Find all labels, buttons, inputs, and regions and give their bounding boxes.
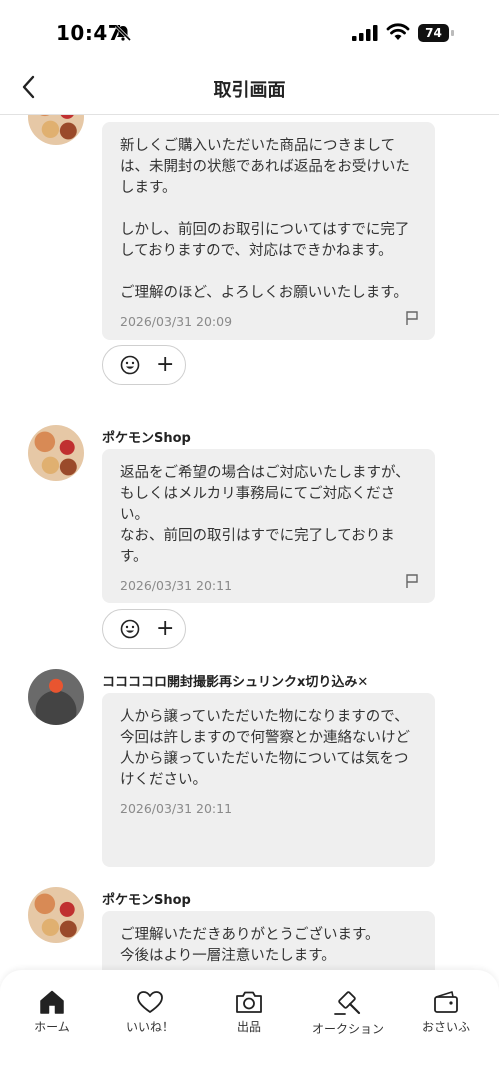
message-text: 新しくご購入いただいた商品につきましては、未開封の状態であれば返品をお受けいたし… — [120, 138, 410, 301]
avatar[interactable] — [28, 887, 84, 943]
bottom-tab-bar: ホーム いいね！ 出品 オークション おさいふ — [0, 970, 499, 1080]
sender-name: ポケモンShop — [102, 893, 191, 908]
bell-muted-icon — [114, 24, 132, 42]
sender-name: ポケモンShop — [102, 431, 191, 446]
status-time: 10:47 — [56, 21, 123, 45]
report-flag-icon[interactable] — [405, 310, 419, 326]
home-icon — [40, 990, 64, 1014]
add-reaction-icon: + — [156, 616, 175, 641]
message-text: 人から譲っていただいた物になりますので、 今回は許しますので何警察とか連絡ないけ… — [120, 709, 410, 788]
heart-icon — [137, 991, 163, 1013]
wallet-icon — [434, 991, 458, 1013]
report-flag-icon[interactable] — [405, 573, 419, 589]
tab-likes[interactable]: いいね！ — [102, 990, 198, 1035]
message-bubble: 新しくご購入いただいた商品につきましては、未開封の状態であれば返品をお受けいたし… — [102, 122, 435, 340]
wifi-icon — [386, 23, 410, 40]
tab-sell[interactable]: 出品 — [201, 990, 297, 1035]
camera-icon — [236, 991, 262, 1013]
reaction-button[interactable]: + — [102, 345, 186, 385]
chat-thread[interactable]: 新しくご購入いただいた商品につきましては、未開封の状態であれば返品をお受けいたし… — [0, 115, 499, 970]
cellular-signal-icon — [352, 25, 378, 41]
message-timestamp: 2026/03/31 20:11 — [120, 801, 233, 816]
tab-home[interactable]: ホーム — [4, 990, 100, 1035]
message-bubble: 返品をご希望の場合はご対応いたしますが、もしくはメルカリ事務局にてご対応ください… — [102, 449, 435, 603]
tab-wallet[interactable]: おさいふ — [398, 990, 494, 1035]
tab-label: いいね！ — [125, 1020, 174, 1034]
tab-auction[interactable]: オークション — [300, 990, 396, 1037]
smile-emoji-icon — [120, 355, 140, 375]
smile-emoji-icon — [120, 619, 140, 639]
tab-label: 出品 — [236, 1020, 261, 1034]
gavel-icon — [334, 991, 361, 1015]
message-bubble: ご理解いただきありがとうございます。 今後はより一層注意いたします。 — [102, 911, 435, 970]
message-text: ご理解いただきありがとうございます。 今後はより一層注意いたします。 — [120, 927, 380, 964]
tab-label: ホーム — [34, 1020, 70, 1034]
page-title: 取引画面 — [213, 80, 286, 101]
reaction-button[interactable]: + — [102, 609, 186, 649]
battery-indicator: 74 — [418, 24, 454, 42]
message-text: 返品をご希望の場合はご対応いたしますが、もしくはメルカリ事務局にてご対応ください… — [120, 465, 410, 565]
message-bubble: 人から譲っていただいた物になりますので、 今回は許しますので何警察とか連絡ないけ… — [102, 693, 435, 867]
tab-label: オークション — [311, 1022, 384, 1036]
sender-name: ココココロ開封撮影再シュリンクx切り込み✕ — [102, 675, 369, 690]
message-timestamp: 2026/03/31 20:09 — [120, 314, 233, 329]
avatar[interactable] — [28, 425, 84, 481]
avatar[interactable] — [28, 669, 84, 725]
avatar[interactable] — [28, 115, 84, 145]
status-bar: 10:47 74 — [0, 0, 499, 64]
message-timestamp: 2026/03/31 20:11 — [120, 578, 233, 593]
navigation-header: 取引画面 — [0, 64, 499, 115]
add-reaction-icon: + — [156, 352, 175, 377]
tab-label: おさいふ — [421, 1020, 470, 1034]
battery-level: 74 — [418, 24, 449, 42]
